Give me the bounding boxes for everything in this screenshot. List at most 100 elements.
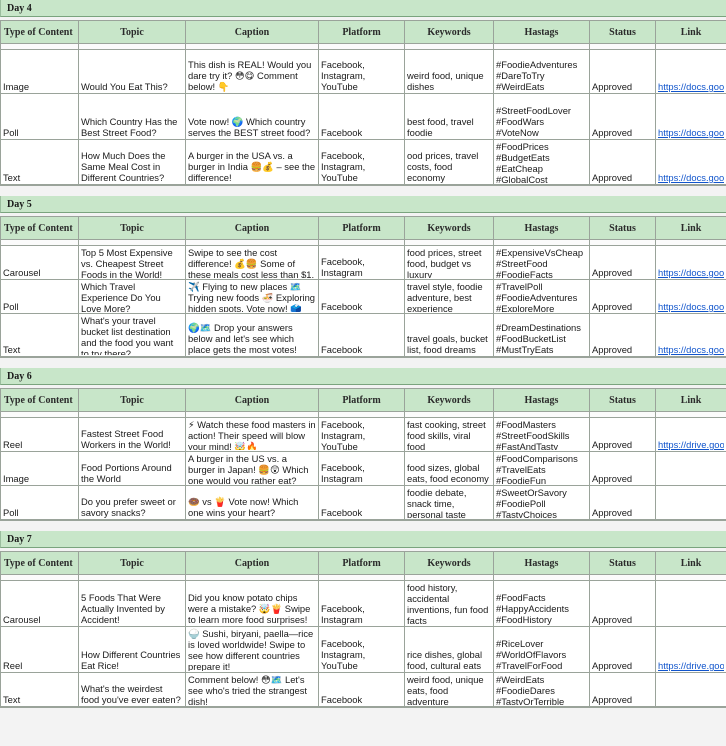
column-header[interactable]: Topic	[78, 216, 186, 240]
caption-cell[interactable]: A burger in the US vs. a burger in Japan…	[185, 451, 319, 486]
column-header[interactable]: Type of Content	[0, 20, 79, 44]
keywords-cell[interactable]: food sizes, global eats, food economy	[404, 451, 494, 486]
status-cell[interactable]: Approved	[589, 485, 656, 520]
status-cell[interactable]: Approved	[589, 139, 656, 185]
column-header[interactable]: Hastags	[493, 551, 590, 575]
keywords-cell[interactable]: travel style, foodie adventure, best exp…	[404, 279, 494, 314]
link-cell[interactable]: https://drive.goo	[655, 417, 726, 452]
column-header[interactable]: Topic	[78, 388, 186, 412]
column-header[interactable]: Status	[589, 20, 656, 44]
caption-cell[interactable]: Vote now! 🌍 Which country serves the BES…	[185, 93, 319, 140]
column-header[interactable]: Status	[589, 388, 656, 412]
topic-cell[interactable]: 5 Foods That Were Actually Invented by A…	[78, 580, 186, 627]
link-text[interactable]: https://docs.goo	[658, 127, 724, 138]
link-cell[interactable]: https://docs.goo	[655, 139, 726, 185]
platform-cell[interactable]: Facebook	[318, 485, 405, 520]
hashtags-cell[interactable]: #FoodComparisons #TravelEats #FoodieFun	[493, 451, 590, 486]
link-cell[interactable]: https://docs.goo	[655, 313, 726, 357]
caption-cell[interactable]: ⚡ Watch these food masters in action! Th…	[185, 417, 319, 452]
column-header[interactable]: Platform	[318, 216, 405, 240]
type-cell[interactable]: Poll	[0, 279, 79, 314]
hashtags-cell[interactable]: #SweetOrSavory #FoodiePoll #TastyChoices	[493, 485, 590, 520]
link-text[interactable]: https://docs.goo	[658, 344, 724, 355]
platform-cell[interactable]: Facebook, Instagram, YouTube	[318, 49, 405, 94]
status-cell[interactable]: Approved	[589, 451, 656, 486]
type-cell[interactable]: Text	[0, 313, 79, 357]
column-header[interactable]: Keywords	[404, 388, 494, 412]
caption-cell[interactable]: 🌍🗺️ Drop your answers below and let's se…	[185, 313, 319, 357]
column-header[interactable]: Caption	[185, 20, 319, 44]
link-cell[interactable]: https://drive.goo	[655, 626, 726, 673]
topic-cell[interactable]: What's your travel bucket list destinati…	[78, 313, 186, 357]
platform-cell[interactable]: Facebook, Instagram	[318, 580, 405, 627]
topic-cell[interactable]: Would You Eat This?	[78, 49, 186, 94]
keywords-cell[interactable]: travel goals, bucket list, food dreams	[404, 313, 494, 357]
topic-cell[interactable]: Which Country Has the Best Street Food?	[78, 93, 186, 140]
caption-cell[interactable]: Swipe to see the cost difference! 💰🍔 Som…	[185, 245, 319, 280]
keywords-cell[interactable]: rice dishes, global food, cultural eats	[404, 626, 494, 673]
column-header[interactable]: Topic	[78, 551, 186, 575]
platform-cell[interactable]: Facebook	[318, 672, 405, 707]
link-cell[interactable]: https://docs.goo	[655, 93, 726, 140]
type-cell[interactable]: Text	[0, 139, 79, 185]
caption-cell[interactable]: Did you know potato chips were a mistake…	[185, 580, 319, 627]
topic-cell[interactable]: How Much Does the Same Meal Cost in Diff…	[78, 139, 186, 185]
column-header[interactable]: Type of Content	[0, 388, 79, 412]
column-header[interactable]: Keywords	[404, 551, 494, 575]
hashtags-cell[interactable]: #RiceLover #WorldOfFlavors #TravelForFoo…	[493, 626, 590, 673]
type-cell[interactable]: Poll	[0, 93, 79, 140]
link-cell[interactable]: https://docs.goo	[655, 49, 726, 94]
type-cell[interactable]: Reel	[0, 417, 79, 452]
status-cell[interactable]: Approved	[589, 49, 656, 94]
link-cell[interactable]: https://docs.goo	[655, 279, 726, 314]
platform-cell[interactable]: Facebook, Instagram, YouTube	[318, 417, 405, 452]
keywords-cell[interactable]: weird food, unique dishes	[404, 49, 494, 94]
caption-cell[interactable]: This dish is REAL! Would you dare try it…	[185, 49, 319, 94]
keywords-cell[interactable]: fast cooking, street food skills, viral …	[404, 417, 494, 452]
column-header[interactable]: Status	[589, 216, 656, 240]
type-cell[interactable]: Poll	[0, 485, 79, 520]
caption-cell[interactable]: 🍩 vs 🍟 Vote now! Which one wins your hea…	[185, 485, 319, 520]
topic-cell[interactable]: What's the weirdest food you've ever eat…	[78, 672, 186, 707]
column-header[interactable]: Platform	[318, 388, 405, 412]
column-header[interactable]: Platform	[318, 551, 405, 575]
hashtags-cell[interactable]: #FoodPrices #BudgetEats #EatCheap #Globa…	[493, 139, 590, 185]
link-cell[interactable]	[655, 672, 726, 707]
link-cell[interactable]	[655, 485, 726, 520]
column-header[interactable]: Caption	[185, 388, 319, 412]
column-header[interactable]: Type of Content	[0, 216, 79, 240]
status-cell[interactable]: Approved	[589, 245, 656, 280]
type-cell[interactable]: Carousel	[0, 580, 79, 627]
column-header[interactable]: Status	[589, 551, 656, 575]
keywords-cell[interactable]: food prices, street food, budget vs luxu…	[404, 245, 494, 280]
caption-cell[interactable]: A burger in the USA vs. a burger in Indi…	[185, 139, 319, 185]
hashtags-cell[interactable]: #WeirdEats #FoodieDares #TastyOrTerrible	[493, 672, 590, 707]
status-cell[interactable]: Approved	[589, 417, 656, 452]
column-header[interactable]: Topic	[78, 20, 186, 44]
hashtags-cell[interactable]: #StreetFoodLover #FoodWars #VoteNow	[493, 93, 590, 140]
hashtags-cell[interactable]: #FoodieAdventures #DareToTry #WeirdEats	[493, 49, 590, 94]
column-header[interactable]: Type of Content	[0, 551, 79, 575]
topic-cell[interactable]: How Different Countries Eat Rice!	[78, 626, 186, 673]
link-text[interactable]: https://drive.goo	[658, 660, 724, 671]
caption-cell[interactable]: ✈️ Flying to new places 🗺️ Trying new fo…	[185, 279, 319, 314]
column-header[interactable]: Link	[655, 216, 726, 240]
keywords-cell[interactable]: best food, travel foodie	[404, 93, 494, 140]
link-text[interactable]: https://drive.goo	[658, 439, 724, 450]
platform-cell[interactable]: Facebook, Instagram	[318, 451, 405, 486]
keywords-cell[interactable]: ood prices, travel costs, food economy	[404, 139, 494, 185]
link-cell[interactable]	[655, 451, 726, 486]
column-header[interactable]: Keywords	[404, 216, 494, 240]
column-header[interactable]: Link	[655, 388, 726, 412]
column-header[interactable]: Caption	[185, 551, 319, 575]
hashtags-cell[interactable]: #ExpensiveVsCheap #StreetFood #FoodieFac…	[493, 245, 590, 280]
column-header[interactable]: Caption	[185, 216, 319, 240]
keywords-cell[interactable]: weird food, unique eats, food adventure	[404, 672, 494, 707]
keywords-cell[interactable]: foodie debate, snack time, personal tast…	[404, 485, 494, 520]
status-cell[interactable]: Approved	[589, 580, 656, 627]
platform-cell[interactable]: Facebook	[318, 313, 405, 357]
caption-cell[interactable]: 🍚 Sushi, biryani, paella—rice is loved w…	[185, 626, 319, 673]
caption-cell[interactable]: Comment below! 😳🗺️ Let's see who's tried…	[185, 672, 319, 707]
hashtags-cell[interactable]: #FoodFacts #HappyAccidents #FoodHistory	[493, 580, 590, 627]
platform-cell[interactable]: Facebook, Instagram	[318, 245, 405, 280]
